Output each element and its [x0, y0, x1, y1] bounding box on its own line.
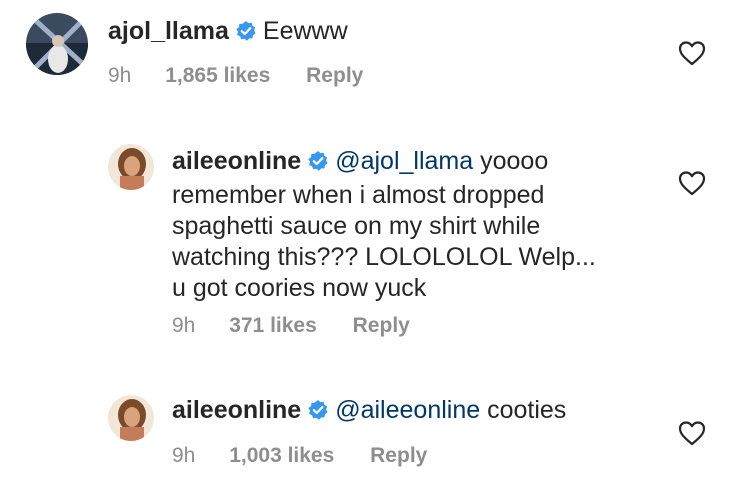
comment-body: aileeonline @aileeonline cooties	[172, 395, 680, 429]
username[interactable]: aileeonline	[172, 147, 301, 175]
likes-count[interactable]: 1,865 likes	[165, 64, 270, 88]
reply-item: aileeonline @aileeonline cooties 9h 1,003…	[0, 350, 750, 487]
timestamp: 9h	[108, 64, 132, 87]
timestamp: 9h	[172, 444, 196, 467]
comment-body: ajol_llama Eewww	[108, 16, 680, 50]
mention-link[interactable]: @aileeonline	[335, 396, 480, 424]
heart-outline-icon[interactable]	[678, 170, 706, 196]
avatar[interactable]	[26, 13, 88, 75]
comment-line: watching this??? LOLOLOLOL Welp...	[172, 243, 596, 271]
verified-badge-icon	[307, 398, 329, 429]
comment-line: aileeonline @ajol_llama yoooo	[172, 146, 680, 180]
comment-item: ajol_llama Eewww 9h 1,865 likes Reply	[0, 0, 750, 110]
avatar[interactable]	[108, 395, 154, 441]
heart-outline-icon[interactable]	[678, 420, 706, 446]
likes-count[interactable]: 1,003 likes	[229, 444, 334, 468]
comment-meta: 9h 1,003 likes Reply	[172, 444, 427, 468]
comment-line: u got coories now yuck	[172, 274, 427, 302]
comment-body: aileeonline @ajol_llama yoooo remember wh…	[172, 146, 680, 304]
avatar[interactable]	[108, 144, 154, 190]
reply-button[interactable]: Reply	[370, 444, 427, 468]
reply-item: aileeonline @ajol_llama yoooo remember wh…	[0, 110, 750, 350]
verified-badge-icon	[307, 149, 329, 180]
comment-line: remember when i almost dropped	[172, 181, 545, 209]
reply-button[interactable]: Reply	[353, 314, 410, 338]
username[interactable]: ajol_llama	[108, 17, 229, 45]
verified-badge-icon	[235, 19, 257, 50]
username[interactable]: aileeonline	[172, 396, 301, 424]
timestamp: 9h	[172, 314, 196, 337]
likes-count[interactable]: 371 likes	[229, 314, 317, 338]
reply-button[interactable]: Reply	[306, 64, 363, 88]
heart-outline-icon[interactable]	[678, 40, 706, 66]
comment-text: yoooo	[473, 147, 549, 175]
comment-meta: 9h 371 likes Reply	[172, 314, 410, 338]
mention-link[interactable]: @ajol_llama	[335, 147, 473, 175]
comment-meta: 9h 1,865 likes Reply	[108, 64, 363, 88]
comment-text: cooties	[480, 396, 567, 424]
comments-panel: ajol_llama Eewww 9h 1,865 likes Reply ail…	[0, 0, 750, 487]
comment-line: spaghetti sauce on my shirt while	[172, 212, 541, 240]
comment-text: Eewww	[262, 17, 348, 45]
